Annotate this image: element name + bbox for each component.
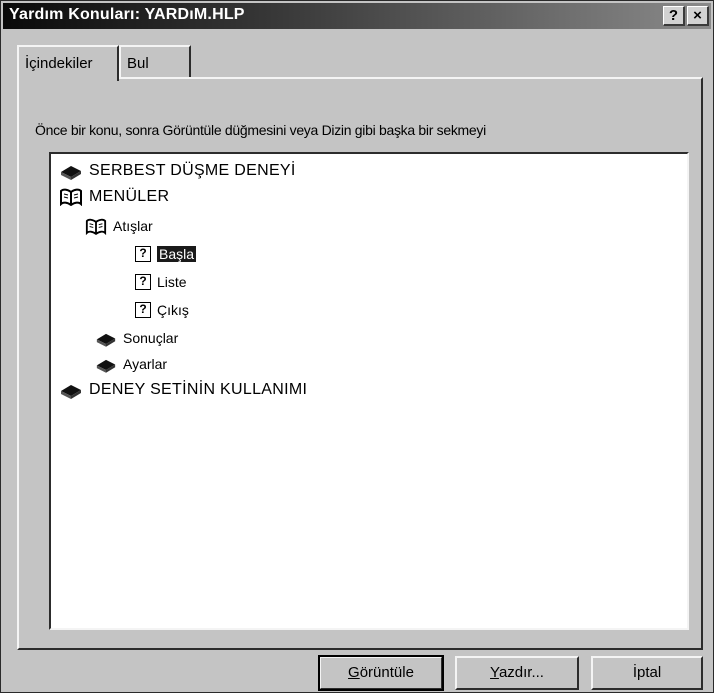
tree-item-label: MENÜLER bbox=[89, 188, 170, 205]
tree-item-label: DENEY SETİNİN KULLANIMI bbox=[89, 381, 308, 398]
help-button[interactable]: ? bbox=[663, 6, 685, 26]
tree-item-sonuclar[interactable]: Sonuçlar bbox=[95, 327, 178, 349]
display-button-mnemonic: G bbox=[348, 664, 360, 681]
tree-item-serbest[interactable]: SERBEST DÜŞME DENEYİ bbox=[59, 160, 296, 182]
closed-book-icon bbox=[95, 356, 117, 373]
tree-item-cikis[interactable]: ? Çıkış bbox=[135, 299, 189, 321]
print-button[interactable]: Yazdır... bbox=[455, 656, 579, 690]
help-topic-icon: ? bbox=[135, 274, 151, 290]
cancel-button[interactable]: İptal bbox=[591, 656, 703, 690]
tree-item-label: Ayarlar bbox=[123, 356, 168, 372]
tree-item-label: Çıkış bbox=[157, 302, 189, 318]
tree-item-menuler[interactable]: MENÜLER bbox=[59, 186, 169, 208]
open-book-icon bbox=[85, 218, 107, 235]
tab-find-label: Bul bbox=[127, 55, 149, 72]
print-button-mnemonic: Y bbox=[490, 664, 499, 681]
tree-item-ayarlar[interactable]: Ayarlar bbox=[95, 353, 167, 375]
print-button-label: azdır... bbox=[498, 664, 544, 681]
closed-book-icon bbox=[59, 381, 83, 399]
close-button[interactable]: × bbox=[687, 6, 709, 26]
title-bar[interactable]: Yardım Konuları: YARDıM.HLP ? × bbox=[3, 3, 711, 29]
tree-item-label: SERBEST DÜŞME DENEYİ bbox=[89, 162, 296, 179]
closed-book-icon bbox=[59, 162, 83, 180]
tree-item-deney-seti[interactable]: DENEY SETİNİN KULLANIMI bbox=[59, 379, 307, 401]
tree-item-liste[interactable]: ? Liste bbox=[135, 271, 187, 293]
tree-item-atislar[interactable]: Atışlar bbox=[85, 215, 153, 237]
tab-find[interactable]: Bul bbox=[119, 45, 191, 77]
tree-item-basla[interactable]: ? Başla bbox=[135, 243, 197, 265]
tree-item-label: Atışlar bbox=[113, 218, 153, 234]
help-topics-window: Yardım Konuları: YARDıM.HLP ? × İçindeki… bbox=[0, 0, 714, 693]
topics-tree[interactable]: SERBEST DÜŞME DENEYİ MENÜLER Atışlar ? B… bbox=[49, 152, 689, 630]
instruction-text: Önce bir konu, sonra Görüntüle düğmesini… bbox=[35, 122, 486, 138]
display-button[interactable]: Görüntüle bbox=[318, 655, 444, 691]
tree-item-label: Başla bbox=[157, 246, 197, 262]
tree-item-label: Liste bbox=[157, 274, 187, 290]
tab-contents-label: İçindekiler bbox=[25, 55, 93, 72]
window-title: Yardım Konuları: YARDıM.HLP bbox=[9, 6, 245, 23]
closed-book-icon bbox=[95, 330, 117, 347]
tree-item-label: Sonuçlar bbox=[123, 330, 179, 346]
help-topic-icon: ? bbox=[135, 302, 151, 318]
open-book-icon bbox=[59, 188, 83, 206]
help-topic-icon: ? bbox=[135, 246, 151, 262]
cancel-button-label: İptal bbox=[632, 664, 662, 681]
tab-contents[interactable]: İçindekiler bbox=[17, 45, 119, 81]
display-button-label: örüntüle bbox=[359, 664, 414, 681]
